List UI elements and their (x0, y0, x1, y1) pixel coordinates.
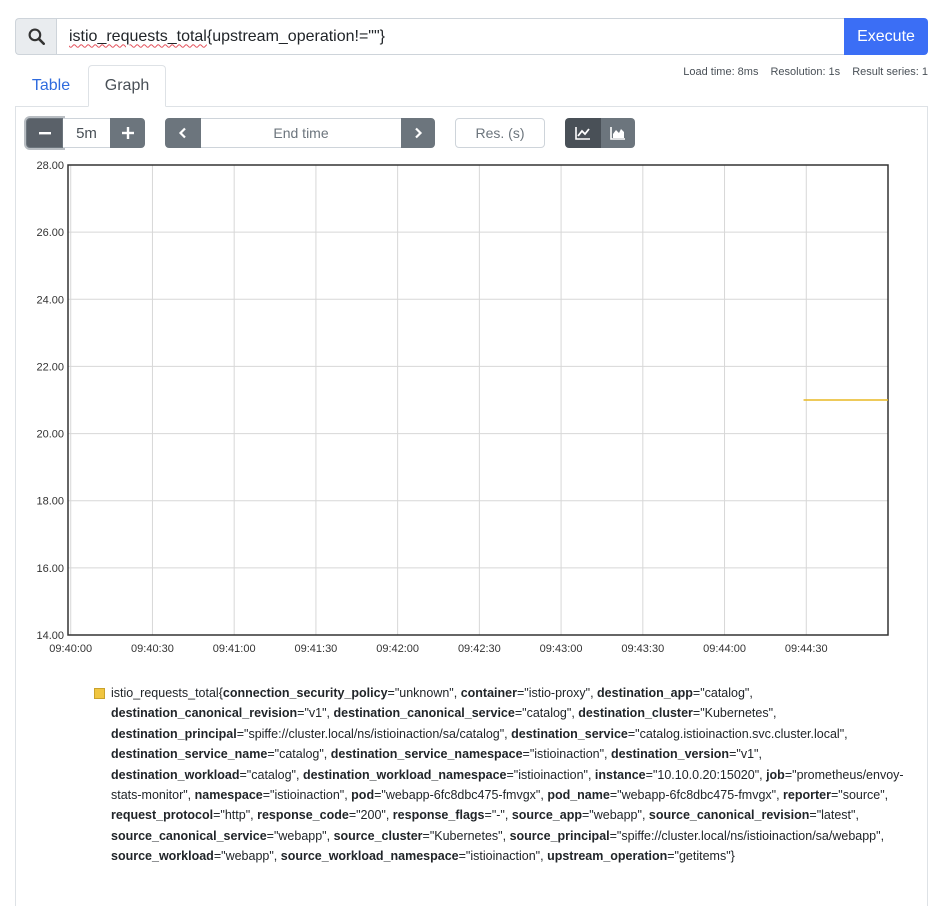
legend-label-value: ="istioinaction", (522, 747, 611, 762)
legend-close-brace: } (730, 849, 735, 864)
legend-label-value: ="v1", (297, 706, 334, 721)
legend-label-value: ="catalog", (514, 706, 579, 721)
legend-swatch (94, 688, 105, 699)
legend-label-value: ="Kubernetes", (422, 828, 510, 843)
legend-label-key: destination_principal (111, 726, 237, 741)
legend-label-key: job (766, 767, 785, 782)
legend-label-key: connection_security_policy (222, 686, 388, 700)
x-tick-label: 09:41:00 (213, 643, 256, 655)
legend-label-value: ="source", (830, 788, 889, 803)
legend-series-label: istio_requests_total{connection_security… (94, 683, 914, 867)
legend-label-value: ="istioinaction", (506, 767, 595, 782)
legend-label-value: ="200", (348, 808, 393, 823)
legend-label-key: pod_name (547, 788, 610, 803)
y-tick-label: 20.00 (36, 429, 64, 441)
legend-metric-name: istio_requests_total{ (111, 686, 223, 700)
legend-label-key: source_canonical_service (111, 828, 267, 843)
legend-label-key: namespace (194, 788, 263, 803)
legend-label-value: ="istio-proxy", (516, 686, 598, 700)
legend-label-key: destination_workload_namespace (302, 767, 507, 782)
legend-label-key: destination_workload (111, 767, 240, 782)
legend-label-key: instance (594, 767, 646, 782)
legend-label-key: source_principal (509, 828, 610, 843)
legend-label-value: ="-", (484, 808, 512, 823)
series-legend[interactable]: istio_requests_total{connection_security… (94, 683, 914, 867)
legend-label-value: ="catalog", (239, 767, 303, 782)
legend-label-value: ="spiffe://cluster.local/ns/istioinactio… (609, 828, 885, 843)
legend-label-key: pod (351, 788, 375, 803)
y-tick-label: 16.00 (36, 563, 64, 575)
legend-label-value: ="catalog", (267, 747, 331, 762)
legend-label-key: destination_cluster (578, 706, 693, 721)
legend-label-value: ="Kubernetes", (692, 706, 777, 721)
y-tick-label: 18.00 (36, 496, 64, 508)
plot-frame (67, 164, 889, 636)
y-tick-label: 28.00 (36, 160, 64, 172)
tab-graph[interactable]: Graph (88, 65, 166, 107)
legend-label-key: source_workload_namespace (280, 849, 459, 864)
legend-label-key: destination_service (511, 726, 628, 741)
legend-label-value: ="webapp", (581, 808, 649, 823)
y-tick-label: 24.00 (36, 294, 64, 306)
legend-label-value: ="v1", (729, 747, 762, 762)
legend-label-value: ="http", (213, 808, 258, 823)
legend-label-key: source_cluster (333, 828, 423, 843)
y-tick-label: 22.00 (36, 361, 64, 373)
legend-label-key: source_workload (111, 849, 214, 864)
legend-label-key: destination_canonical_revision (111, 706, 298, 721)
y-tick-label: 14.00 (36, 630, 64, 642)
legend-label-key: destination_app (597, 686, 693, 700)
y-tick-label: 26.00 (36, 227, 64, 239)
legend-label-value: ="catalog.istioinaction.svc.cluster.loca… (627, 726, 848, 741)
legend-label-value: ="10.10.0.20:15020", (645, 767, 767, 782)
legend-label-key: upstream_operation (547, 849, 668, 864)
legend-label-value: ="istioinaction", (458, 849, 548, 864)
legend-label-value: ="webapp-6fc8dbc475-fmvgx", (609, 788, 784, 803)
legend-label-value: ="spiffe://cluster.local/ns/istioinactio… (236, 726, 512, 741)
legend-label-value: ="webapp", (266, 828, 334, 843)
legend-label-key: reporter (783, 788, 831, 803)
legend-label-value: ="istioinaction", (262, 788, 352, 803)
x-tick-label: 09:44:30 (785, 643, 828, 655)
legend-label-key: request_protocol (111, 808, 214, 823)
x-tick-label: 09:43:30 (621, 643, 664, 655)
legend-label-key: destination_service_name (111, 747, 268, 762)
x-tick-label: 09:42:30 (458, 643, 501, 655)
legend-label-value: ="unknown", (387, 686, 461, 700)
legend-label-key: source_app (511, 808, 582, 823)
legend-label-key: response_flags (392, 808, 485, 823)
x-tick-label: 09:43:00 (540, 643, 583, 655)
x-tick-label: 09:44:00 (703, 643, 746, 655)
legend-label-value: ="webapp-6fc8dbc475-fmvgx", (374, 788, 548, 803)
x-tick-label: 09:42:00 (376, 643, 419, 655)
legend-label-key: response_code (257, 808, 349, 823)
x-tick-label: 09:40:00 (49, 643, 92, 655)
legend-label-key: destination_service_namespace (330, 747, 523, 762)
legend-label-value: ="latest", (809, 808, 859, 823)
legend-label-key: container (460, 686, 517, 700)
legend-label-value: ="getitems" (667, 849, 731, 864)
x-tick-label: 09:40:30 (131, 643, 174, 655)
legend-label-key: source_canonical_revision (648, 808, 810, 823)
legend-label-value: ="webapp", (213, 849, 281, 864)
legend-label-key: destination_canonical_service (333, 706, 515, 721)
x-tick-label: 09:41:30 (294, 643, 337, 655)
legend-label-key: destination_version (610, 747, 730, 762)
legend-label-value: ="catalog", (692, 686, 753, 700)
